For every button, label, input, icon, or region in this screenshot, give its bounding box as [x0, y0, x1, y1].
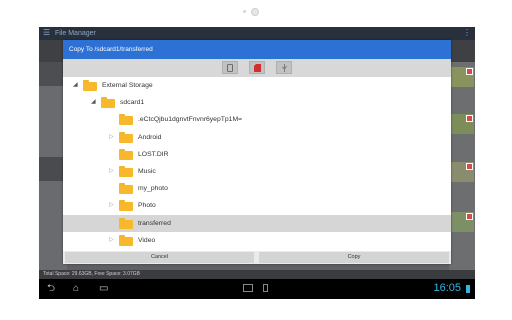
folder-name: LOST.DIR	[138, 150, 169, 158]
storage-selector	[63, 59, 451, 77]
folder-row[interactable]: ▷ Video	[63, 232, 451, 250]
folder-icon-body	[119, 150, 133, 160]
folder-icon-body	[119, 236, 133, 246]
folder-icon-body	[119, 116, 133, 126]
folder-row[interactable]: LOST.DIR	[63, 146, 451, 164]
folder-icon	[119, 217, 133, 229]
clock: 16:05	[433, 282, 461, 294]
checkbox-icon	[466, 68, 473, 75]
storage-space-text: Total Space: 29.63GB, Free Space: 3.07GB	[39, 270, 475, 279]
checkbox-icon	[466, 163, 473, 170]
phone-icon[interactable]	[263, 284, 268, 292]
usb-button[interactable]	[276, 61, 292, 74]
folder-row[interactable]: my_photo	[63, 180, 451, 198]
folder-icon	[119, 183, 133, 195]
folder-icon-body	[119, 168, 133, 177]
folder-row[interactable]: ▷ Photo	[63, 197, 451, 215]
folder-row[interactable]: ◢ External Storage	[63, 77, 451, 95]
folder-icon-body	[119, 202, 133, 212]
folder-icon-body	[119, 133, 133, 143]
folder-icon-body	[119, 185, 133, 195]
sd-card-button[interactable]	[249, 61, 265, 74]
phone-storage-button[interactable]	[222, 61, 238, 74]
screenshot-icon[interactable]	[243, 284, 253, 292]
folder-tree: ◢ External Storage ◢ sdcard1 .eCtcQjbu1dgnvt…	[63, 77, 451, 249]
app-bar: ☰ File Manager ⋮	[39, 27, 475, 40]
folder-row[interactable]: ▷ Music	[63, 163, 451, 181]
folder-icon	[119, 166, 133, 177]
folder-icon	[119, 148, 133, 160]
folder-name: Photo	[138, 202, 156, 210]
overflow-menu-icon[interactable]: ⋮	[463, 28, 471, 37]
battery-icon	[466, 285, 470, 293]
dialog-title: Copy To /sdcard1/transferred	[63, 40, 451, 59]
folder-icon	[119, 200, 133, 212]
folder-name: Android	[138, 133, 162, 141]
home-icon[interactable]: ⌂	[73, 283, 79, 294]
checkbox-icon	[466, 115, 473, 122]
folder-name: sdcard1	[120, 99, 145, 107]
folder-icon-body	[101, 99, 115, 109]
collapse-arrow-icon[interactable]: ◢	[91, 99, 96, 106]
usb-icon	[281, 63, 287, 72]
folder-icon	[83, 80, 97, 91]
folder-name: .eCtcQjbu1dgnvtFnvnr6yepTp1M=	[138, 116, 243, 124]
expand-arrow-icon[interactable]: ▷	[109, 168, 114, 175]
folder-icon	[119, 234, 133, 246]
copy-button[interactable]: Copy	[259, 252, 449, 263]
screen: ☰ File Manager ⋮ Copy To /sdcard1/transf…	[39, 27, 475, 299]
folder-name: my_photo	[138, 185, 168, 193]
dialog-buttons: Cancel Copy	[63, 251, 451, 264]
hamburger-menu-icon[interactable]: ☰	[43, 29, 50, 37]
folder-icon	[119, 114, 133, 126]
folder-icon-body	[119, 219, 133, 229]
cancel-button[interactable]: Cancel	[65, 252, 254, 263]
camera-icon	[251, 8, 259, 16]
folder-icon	[101, 97, 115, 109]
expand-arrow-icon[interactable]: ▷	[109, 134, 114, 141]
copy-to-dialog: Copy To /sdcard1/transferred ◢ External S…	[63, 40, 451, 264]
checkbox-icon	[466, 213, 473, 220]
sensor-dot	[243, 10, 246, 13]
folder-name: External Storage	[102, 82, 153, 89]
folder-name: Music	[138, 168, 156, 175]
app-title: File Manager	[55, 30, 96, 37]
folder-row[interactable]: transferred	[63, 214, 451, 233]
folder-row[interactable]: .eCtcQjbu1dgnvtFnvnr6yepTp1M=	[63, 111, 451, 129]
folder-row[interactable]: ▷ Android	[63, 129, 451, 147]
folder-icon	[119, 131, 133, 143]
folder-row[interactable]: ◢ sdcard1	[63, 94, 451, 112]
folder-name: Video	[138, 236, 156, 244]
system-navbar: ⮌ ⌂ ▭ 16:05	[39, 279, 475, 299]
background-thumbnails	[449, 62, 475, 272]
recent-apps-icon[interactable]: ▭	[99, 283, 108, 294]
expand-arrow-icon[interactable]: ▷	[109, 237, 114, 244]
tablet-bezel: ☰ File Manager ⋮ Copy To /sdcard1/transf…	[0, 0, 512, 320]
phone-storage-icon	[227, 63, 233, 72]
sd-card-icon	[253, 63, 261, 72]
back-icon[interactable]: ⮌	[47, 283, 55, 294]
folder-icon-body	[83, 82, 97, 91]
collapse-arrow-icon[interactable]: ◢	[73, 82, 78, 89]
folder-name: transferred	[138, 219, 171, 227]
expand-arrow-icon[interactable]: ▷	[109, 202, 114, 209]
